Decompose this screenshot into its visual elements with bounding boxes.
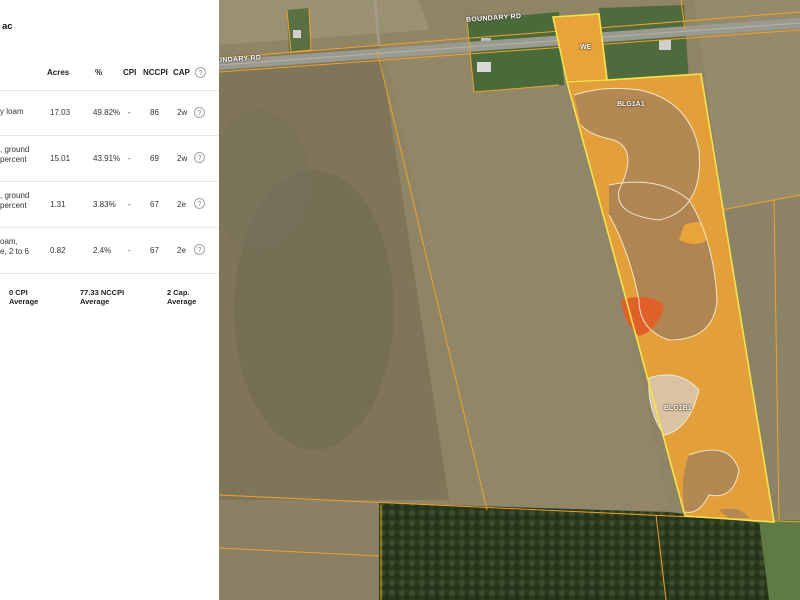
table-row[interactable]: oam, e, 2 to 6 0.82 2.4% - 67 2e ? <box>0 227 219 273</box>
soil-name: oam, e, 2 to 6 <box>0 237 29 256</box>
soil-panel: ac Acres % CPI NCCPI CAP ? y loam 17.03 … <box>0 0 219 600</box>
soil-cpi: - <box>128 246 131 255</box>
nccpi-average: 77.33 NCCPI Average <box>80 288 125 306</box>
table-row[interactable]: , ground percent 15.01 43.91% - 69 2w ? <box>0 135 219 181</box>
table-row[interactable]: y loam 17.03 49.82% - 86 2w ? <box>0 90 219 135</box>
satellite-map[interactable]: BOUNDARY RD UNDARY RD WE BLG1A1 BLG1B1 <box>219 0 800 600</box>
building <box>293 30 301 38</box>
row-help-icon[interactable]: ? <box>194 107 205 118</box>
row-help-icon[interactable]: ? <box>194 198 205 209</box>
col-nccpi: NCCPI <box>143 68 168 77</box>
soil-label-blg1b1[interactable]: BLG1B1 <box>664 405 692 412</box>
soil-acres: 17.03 <box>50 108 71 117</box>
soil-table-header: Acres % CPI NCCPI CAP ? <box>0 67 219 80</box>
farmstead <box>599 5 689 86</box>
soil-name: y loam <box>0 107 24 116</box>
col-acres: Acres <box>47 68 70 77</box>
soil-acres: 0.82 <box>50 246 66 255</box>
farmstead <box>467 12 564 92</box>
soil-nccpi: 69 <box>150 154 159 163</box>
soil-cap: 2e <box>177 200 186 209</box>
cpi-average: 0 CPI Average <box>9 288 39 306</box>
soil-cap: 2w <box>177 154 188 163</box>
soil-cpi: - <box>128 108 131 117</box>
soil-percent: 49.82% <box>93 108 121 117</box>
soil-nccpi: 67 <box>150 200 159 209</box>
soil-name: , ground percent <box>0 191 30 210</box>
soil-nccpi: 86 <box>150 108 159 117</box>
soil-cpi: - <box>128 200 131 209</box>
col-cap: CAP <box>173 68 190 77</box>
col-cpi: CPI <box>123 68 137 77</box>
soil-nccpi: 67 <box>150 246 159 255</box>
soil-percent: 43.91% <box>93 154 121 163</box>
cap-average: 2 Cap. Average <box>167 288 197 306</box>
row-help-icon[interactable]: ? <box>194 152 205 163</box>
soil-label-we[interactable]: WE <box>580 44 591 51</box>
table-row[interactable]: , ground percent 1.31 3.83% - 67 2e ? <box>0 181 219 227</box>
field-south-west <box>219 500 379 600</box>
building <box>659 40 671 50</box>
building <box>477 62 491 72</box>
soil-label-blg1a1[interactable]: BLG1A1 <box>617 101 645 108</box>
soil-summary: 0 CPI Average 77.33 NCCPI Average 2 Cap. Av… <box>0 273 219 313</box>
soil-percent: 2.4% <box>93 246 112 255</box>
soil-name: , ground percent <box>0 145 30 164</box>
soil-percent: 3.83% <box>93 200 116 209</box>
soil-cap: 2e <box>177 246 186 255</box>
row-help-icon[interactable]: ? <box>194 244 205 255</box>
soil-cpi: - <box>128 154 131 163</box>
soil-acres: 15.01 <box>50 154 71 163</box>
soil-cap: 2w <box>177 108 188 117</box>
col-percent: % <box>95 68 103 77</box>
soil-acres: 1.31 <box>50 200 66 209</box>
cap-help-icon[interactable]: ? <box>195 67 206 78</box>
panel-title: ac <box>2 21 13 32</box>
map-canvas[interactable] <box>219 0 800 600</box>
